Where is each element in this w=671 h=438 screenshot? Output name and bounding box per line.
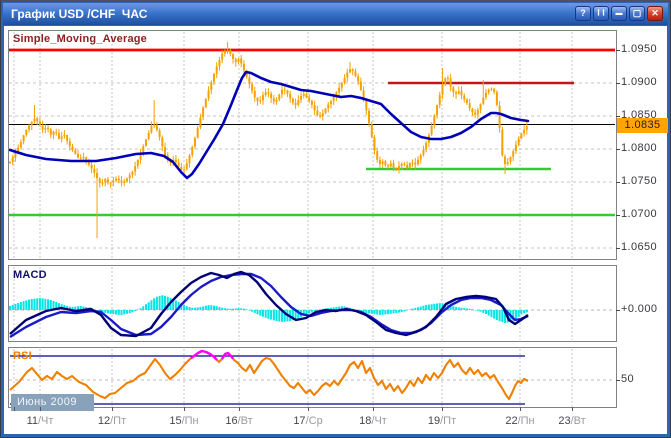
time-axis-label: 15/Пн — [161, 415, 207, 429]
title-bar[interactable]: График USD /CHF ЧАС ?❙❙▬▢✕ — [3, 3, 668, 25]
price-tick-label: 1.0950 — [621, 43, 669, 56]
time-tick-mark — [520, 407, 521, 411]
price-tick-mark — [616, 215, 620, 216]
window-button-restore[interactable]: ▢ — [629, 6, 645, 21]
time-tick-mark — [572, 407, 573, 411]
rsi-50-tick — [616, 380, 620, 381]
price-tick-mark — [616, 149, 620, 150]
time-tick-mark — [184, 407, 185, 411]
time-axis-label: 18/Чт — [350, 415, 396, 429]
price-tick-label: 1.0750 — [621, 175, 669, 188]
rsi-chart-canvas — [9, 348, 616, 407]
window-button-pause[interactable]: ❙❙ — [593, 6, 609, 21]
price-chart-canvas — [9, 31, 616, 259]
macd-zero-label: +0.000 — [621, 303, 669, 316]
price-tick-label: 1.0900 — [621, 76, 669, 89]
macd-panel-label: MACD — [13, 269, 47, 281]
price-tick-mark — [616, 116, 620, 117]
time-tick-mark — [14, 407, 15, 411]
rsi-panel-label: RSI — [13, 350, 32, 362]
window-button-close[interactable]: ✕ — [647, 6, 663, 21]
time-tick-mark — [308, 407, 309, 411]
time-axis-label: 23/Вт — [549, 415, 595, 429]
macd-zero-tick — [616, 310, 620, 311]
time-axis-label: 16/Вт — [216, 415, 262, 429]
time-tick-mark — [373, 407, 374, 411]
chart-window: График USD /CHF ЧАС ?❙❙▬▢✕ Simple_Moving… — [0, 0, 671, 438]
time-tick-mark — [239, 407, 240, 411]
price-tick-mark — [616, 248, 620, 249]
price-tick-label: 1.0800 — [621, 142, 669, 155]
time-axis-label: 12/Пт — [89, 415, 135, 429]
price-tick-label: 1.0700 — [621, 208, 669, 221]
month-label: Июнь 2009 — [11, 394, 94, 411]
window-title: График USD /CHF ЧАС — [11, 3, 147, 25]
price-tick-mark — [616, 50, 620, 51]
sma-indicator-label: Simple_Moving_Average — [13, 33, 147, 45]
time-tick-mark — [112, 407, 113, 411]
time-axis-label: 17/Ср — [285, 415, 331, 429]
time-axis-label: 22/Пн — [497, 415, 543, 429]
time-axis-label: 19/Пт — [419, 415, 465, 429]
price-tick-mark — [616, 182, 620, 183]
window-buttons: ?❙❙▬▢✕ — [575, 6, 663, 21]
current-price-tag: 1.0835 — [617, 118, 668, 133]
price-tick-mark — [616, 83, 620, 84]
time-axis-label: 11/Чт — [17, 415, 63, 429]
macd-chart-canvas — [9, 266, 616, 341]
window-button-minimize[interactable]: ▬ — [611, 6, 627, 21]
time-tick-mark — [442, 407, 443, 411]
chart-client-area: Simple_Moving_Average MACD RSI 1.0950 1.0… — [4, 26, 667, 434]
window-button-help[interactable]: ? — [575, 6, 591, 21]
rsi-50-label: 50 — [621, 373, 669, 386]
time-tick-mark — [40, 407, 41, 411]
price-tick-label: 1.0650 — [621, 241, 669, 254]
